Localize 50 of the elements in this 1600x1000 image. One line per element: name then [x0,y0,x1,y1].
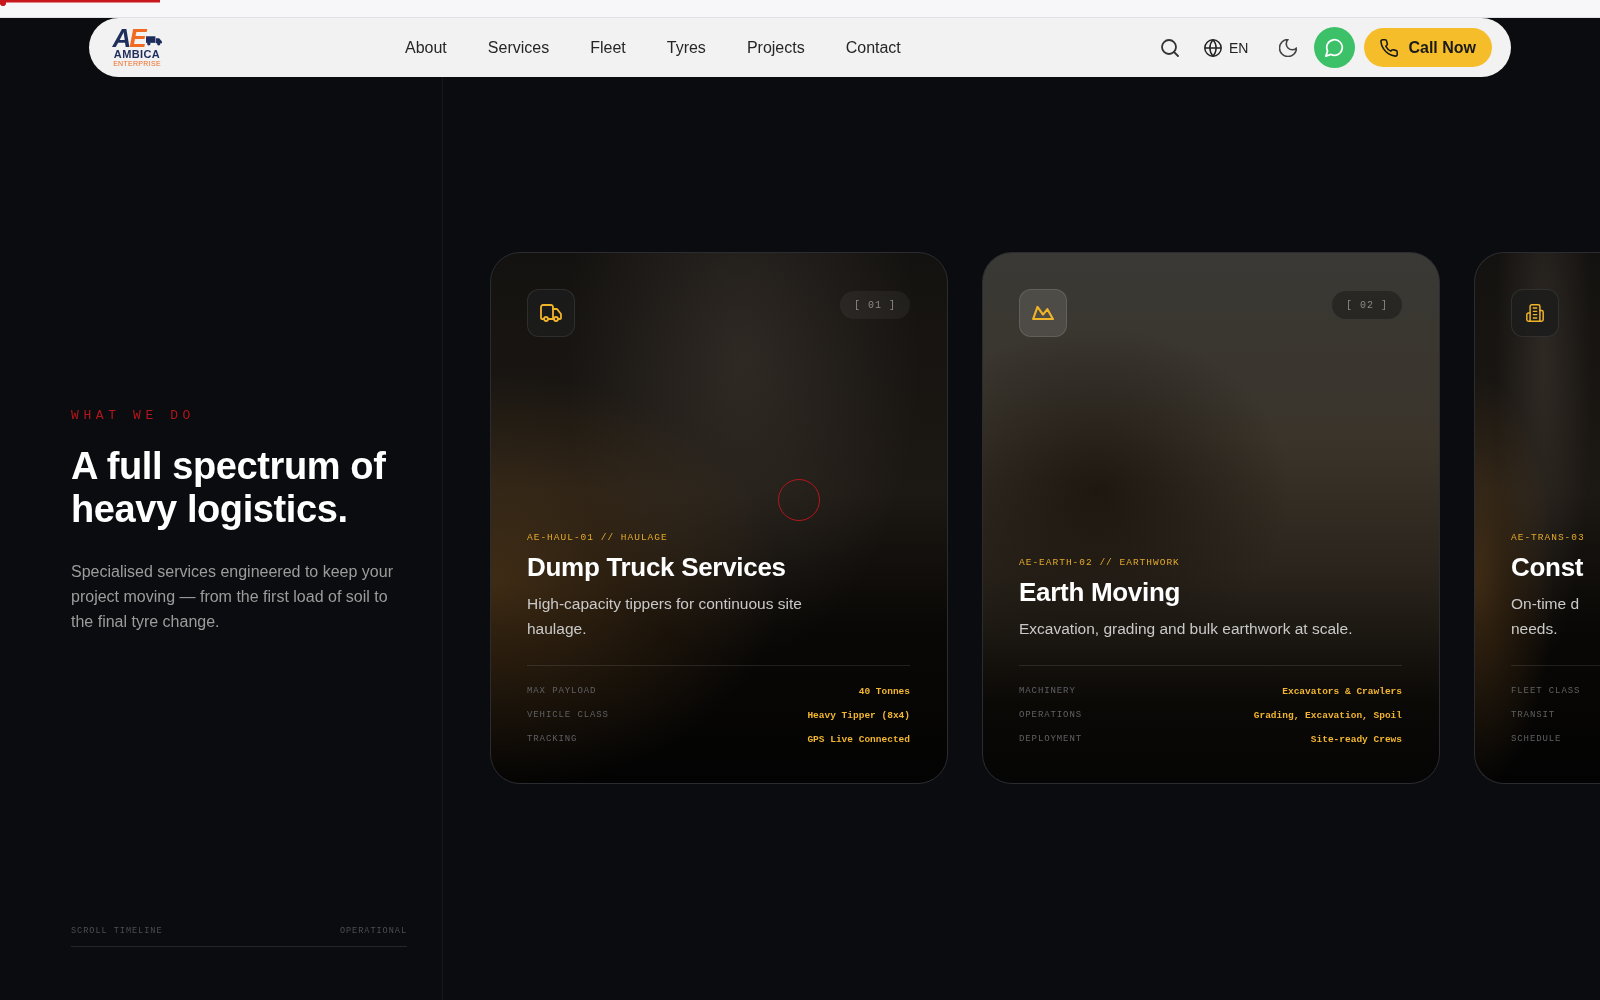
timeline-status: OPERATIONAL [339,925,407,937]
spec-label: MAX PAYLOAD [527,686,597,696]
spec-label: FLEET CLASS [1511,686,1581,696]
phone-icon [1380,38,1399,57]
spec-value: 40 Tonnes [858,685,910,697]
service-description: On-time d needs. [1511,594,1581,639]
truck-icon [145,35,162,46]
moon-icon [1279,38,1298,57]
section-description: Specialised services engineered to keep your project moving — from the first load of soil to the final tyre change. [71,562,394,632]
chat-bubble-icon [1325,38,1345,57]
spec-label: MACHINERY [1019,686,1076,696]
spec-label: TRACKING [527,734,578,744]
service-title: Dump Truck Services [527,551,787,583]
spec-value: Site-ready Crews [1310,733,1402,745]
nav-link[interactable]: Fleet [590,38,626,57]
spec-value: Grading, Excavation, Spoil [1253,709,1402,721]
call-button[interactable]: Call Now [1364,28,1492,67]
truck-icon [527,289,575,337]
spec-value: GPS Live Connected [807,733,910,745]
search-icon [1161,38,1179,57]
spec-value: Heavy Tipper (8x4) [807,709,910,721]
language-button[interactable]: EN [1196,30,1257,65]
spec-label: OPERATIONS [1019,710,1082,720]
spec-label: VEHICLE CLASS [527,710,609,720]
service-description: Excavation, grading and bulk earthwork at scale. [1019,619,1354,639]
nav-link[interactable]: About [405,38,447,57]
globe-icon [1204,38,1222,57]
index-badge: [ 01 ] [840,291,910,319]
service-title: Earth Moving [1019,576,1182,608]
timeline-label: SCROLL TIMELINE [71,925,163,937]
mountain-icon [1019,289,1067,337]
spec-label: DEPLOYMENT [1019,734,1082,744]
spec-label: TRANSIT [1511,710,1556,720]
service-code: AE-TRANS-03 [1511,532,1586,544]
spec-label: SCHEDULE [1511,734,1562,744]
section-eyebrow: WHAT WE DO [71,408,196,424]
service-description: High-capacity tippers for continuous site haulage. [527,594,803,639]
building-icon [1511,289,1559,337]
logo-name: AMBICA [113,49,161,60]
index-badge: [ 02 ] [1332,291,1402,319]
nav-link[interactable]: Tyres [666,38,706,57]
service-code: AE-HAUL-01 // HAULAGE [527,532,669,544]
logo-letters: AE [112,27,145,49]
nav-link[interactable]: Projects [746,38,805,57]
spec-value: Excavators & Crawlers [1282,685,1402,697]
section-heading: A full spectrum of heavy logistics. [71,445,387,531]
service-title: Const [1511,551,1585,583]
service-code: AE-EARTH-02 // EARTHWORK [1019,557,1181,569]
nav-link[interactable]: Contact [845,38,901,57]
nav-link[interactable]: Services [487,38,550,57]
